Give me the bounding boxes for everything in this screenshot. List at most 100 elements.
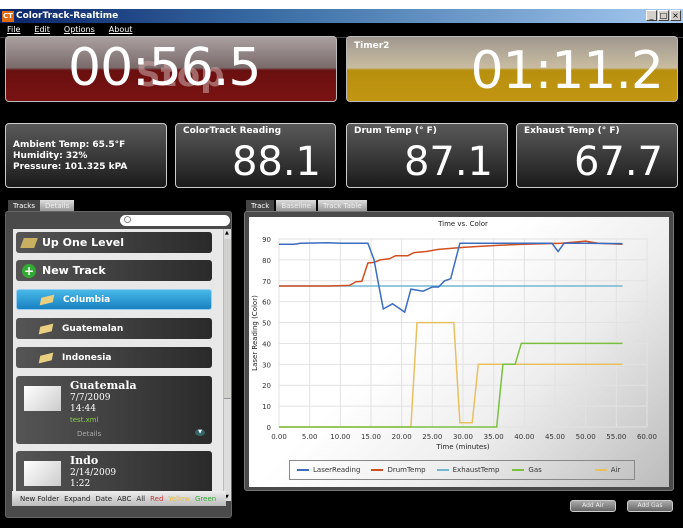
footer-date-button[interactable]: Date: [95, 495, 112, 503]
item-label: Up One Level: [42, 236, 124, 249]
main-timer[interactable]: Stop 00:56.5: [5, 36, 337, 102]
legend-item-air: Air: [594, 466, 621, 474]
card-label: Drum Temp (° F): [354, 126, 437, 136]
ambient-temp: Ambient Temp: 65.5°F: [13, 140, 126, 150]
y-tick-label: 60: [262, 299, 271, 307]
menu-options[interactable]: Options: [57, 23, 102, 37]
expand-chevron-icon[interactable]: ▼: [195, 429, 205, 436]
add-gas-button[interactable]: Add Gas: [627, 500, 673, 512]
drum-temp-card: Drum Temp (° F) 87.1: [346, 123, 508, 188]
menu-about[interactable]: About: [102, 23, 140, 37]
legend-item-exhausttemp: ExhaustTemp: [436, 466, 500, 474]
search-input[interactable]: [120, 215, 230, 226]
y-tick-label: 20: [262, 382, 271, 390]
time-vs-color-chart: 0.00 5.00 10.00 15.00 20.00 25.00 30.00 35.00 40…: [251, 220, 657, 451]
card-value: 88.1: [231, 139, 321, 185]
window-title: ColorTrack-Realtime: [16, 11, 119, 21]
item-label: New Track: [42, 264, 106, 277]
x-tick-label: 10.00: [330, 433, 350, 441]
legend-item-drumtemp: DrumTemp: [371, 466, 426, 474]
tracks-footer: New Folder Expand Date ABC All Red Yellow Green: [12, 491, 226, 506]
scroll-up-icon[interactable]: ▲: [225, 230, 229, 236]
y-tick-label: 80: [262, 257, 271, 265]
chart-legend: LaserReading DrumTemp ExhaustTemp Gas Air: [289, 460, 635, 480]
search-icon: [124, 216, 131, 223]
card-label: Exhaust Temp (° F): [524, 126, 620, 136]
item-label: Columbia: [63, 294, 111, 305]
footer-all-button[interactable]: All: [136, 495, 145, 503]
item-label: Guatemalan: [62, 323, 124, 334]
folder-item-guatemalan[interactable]: Guatemalan: [16, 318, 212, 339]
legend-swatch: [297, 469, 309, 471]
close-button[interactable]: ×: [670, 10, 681, 21]
environment-card: Ambient Temp: 65.5°F Humidity: 32% Press…: [5, 123, 167, 188]
chart-title: Time vs. Color: [437, 220, 488, 228]
footer-new-folder-button[interactable]: New Folder: [20, 495, 59, 503]
legend-swatch: [594, 469, 607, 471]
folder-item-columbia[interactable]: Columbia: [16, 289, 212, 310]
footer-yellow-button[interactable]: Yellow: [168, 495, 190, 503]
track-date: 2/14/2009: [70, 468, 117, 478]
legend-swatch: [436, 469, 449, 471]
x-tick-label: 50.00: [576, 433, 596, 441]
legend-label: ExhaustTemp: [452, 466, 500, 474]
x-tick-label: 25.00: [422, 433, 442, 441]
new-track-item[interactable]: + New Track: [16, 260, 212, 281]
x-tick-label: 15.00: [361, 433, 381, 441]
track-file-link[interactable]: test.xml: [70, 416, 99, 424]
footer-abc-button[interactable]: ABC: [117, 495, 131, 503]
legend-swatch: [371, 469, 384, 471]
footer-red-button[interactable]: Red: [150, 495, 163, 503]
maximize-button[interactable]: □: [658, 10, 669, 21]
tab-track[interactable]: Track: [246, 200, 275, 211]
folder-item-indonesia[interactable]: Indonesia: [16, 347, 212, 368]
pressure: Pressure: 101.325 kPA: [13, 162, 128, 172]
tab-track-table[interactable]: Track Table: [318, 200, 367, 211]
scrollbar-thumb[interactable]: [224, 239, 231, 399]
timer2-value: 01:11.2: [470, 41, 664, 101]
footer-expand-button[interactable]: Expand: [64, 495, 90, 503]
minimize-button[interactable]: _: [646, 10, 657, 21]
add-air-button[interactable]: Add Air: [570, 500, 616, 512]
tab-details[interactable]: Details: [39, 200, 75, 211]
up-one-level-item[interactable]: Up One Level: [16, 232, 212, 253]
x-tick-label: 30.00: [453, 433, 473, 441]
x-tick-label: 45.00: [545, 433, 565, 441]
menu-edit[interactable]: Edit: [27, 23, 57, 37]
main-timer-value: 00:56.5: [68, 38, 261, 98]
x-axis-label: Time (minutes): [435, 443, 489, 451]
y-tick-label: 0: [267, 424, 271, 432]
tracks-scrollbar[interactable]: ▲ ▼: [223, 229, 231, 501]
humidity: Humidity: 32%: [13, 151, 88, 161]
card-value: 67.7: [573, 139, 663, 185]
track-time: 14:44: [70, 404, 96, 414]
x-tick-label: 20.00: [392, 433, 412, 441]
footer-green-button[interactable]: Green: [195, 495, 216, 503]
y-tick-label: 40: [262, 340, 271, 348]
y-tick-label: 90: [262, 236, 271, 244]
legend-label: Air: [610, 466, 621, 474]
folder-icon: [38, 323, 54, 334]
card-value: 87.1: [403, 139, 493, 185]
menu-file[interactable]: File: [0, 23, 27, 37]
legend-label: DrumTemp: [387, 466, 426, 474]
tracks-panel: Up One Level + New Track Columbia Guatem…: [5, 211, 232, 518]
legend-label: LaserReading: [313, 466, 361, 474]
track-time: 1:22: [70, 479, 91, 489]
x-tick-label: 35.00: [484, 433, 504, 441]
track-entry[interactable]: Guatemala 7/7/2009 14:44 test.xml Detail…: [16, 376, 212, 444]
y-axis-label: Laser Reading (Color): [251, 295, 259, 371]
app-logo-icon: CT: [2, 10, 14, 22]
x-tick-label: 0.00: [271, 433, 287, 441]
track-name: Indo: [70, 454, 99, 467]
track-name: Guatemala: [70, 379, 137, 392]
track-date: 7/7/2009: [70, 393, 111, 403]
tab-tracks[interactable]: Tracks: [8, 200, 40, 211]
timer2[interactable]: Timer2 01:11.2: [346, 36, 678, 102]
legend-swatch: [512, 469, 525, 471]
x-tick-label: 60.00: [637, 433, 657, 441]
tab-baseline[interactable]: Baseline: [276, 200, 317, 211]
item-label: Indonesia: [62, 352, 112, 363]
tracks-list: Up One Level + New Track Columbia Guatem…: [13, 229, 223, 501]
track-details-link[interactable]: Details: [77, 430, 101, 438]
